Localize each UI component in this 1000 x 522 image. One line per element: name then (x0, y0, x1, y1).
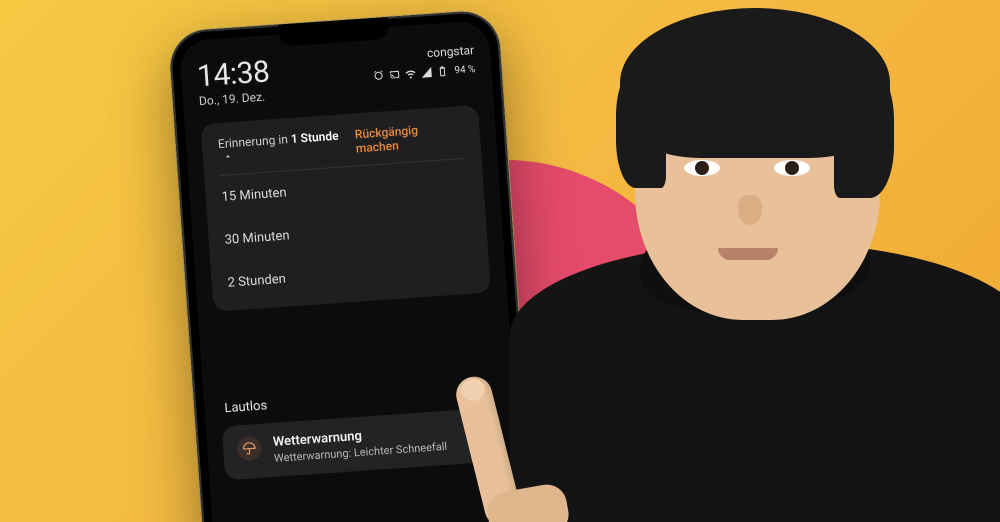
status-left: 14:38 Do., 19. Dez. (196, 57, 271, 108)
weather-text: Wetterwarnung Wetterwarnung: Leichter Sc… (272, 423, 447, 465)
undo-button[interactable]: Rückgängig machen (354, 120, 464, 156)
battery-percent: 94 % (454, 63, 476, 75)
eye (684, 160, 720, 176)
presenter-person (500, 0, 1000, 522)
status-right: congstar 94 % (371, 43, 476, 82)
status-icons: 94 % (372, 63, 476, 82)
reminder-selected: 1 Stunde (290, 129, 339, 146)
cast-icon (388, 68, 401, 81)
eyebrow (774, 141, 816, 149)
carrier-label: congstar (371, 43, 475, 64)
eyebrow (680, 141, 722, 149)
umbrella-icon (237, 436, 263, 462)
wifi-icon (404, 67, 417, 80)
signal-icon (420, 66, 433, 79)
reminder-label[interactable]: Erinnerung in 1 Stunde (218, 128, 357, 166)
thumbnail-stage: 14:38 Do., 19. Dez. congstar 94 % (0, 0, 1000, 522)
hair (620, 8, 890, 158)
nose (738, 195, 762, 225)
chevron-up-icon (222, 150, 233, 165)
reminder-card[interactable]: Erinnerung in 1 Stunde Rückgängig machen… (201, 105, 491, 312)
alarm-icon (372, 69, 385, 82)
reminder-prefix: Erinnerung in (218, 132, 292, 151)
battery-icon (436, 65, 449, 78)
eye (774, 160, 810, 176)
clock: 14:38 (196, 57, 270, 92)
status-bar: 14:38 Do., 19. Dez. congstar 94 % (196, 43, 477, 108)
mouth (718, 248, 778, 260)
